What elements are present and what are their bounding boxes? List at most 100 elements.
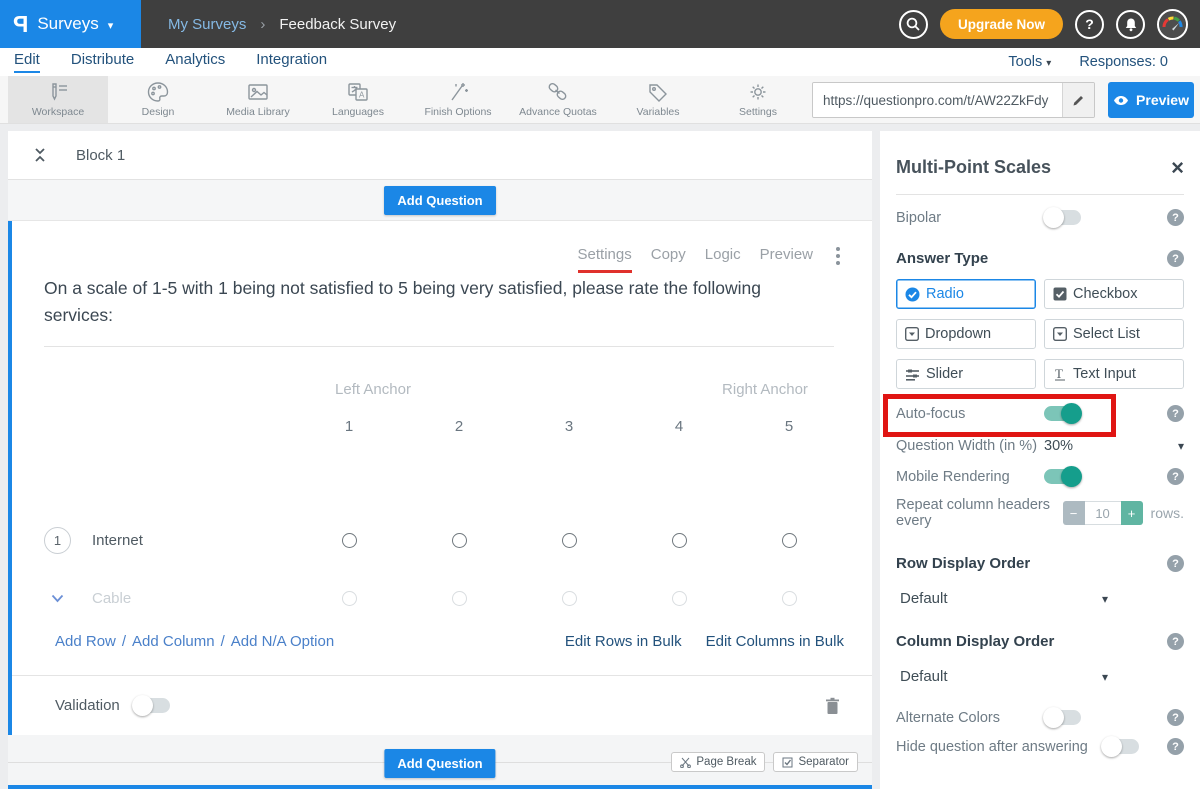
questionpro-logo-icon: P <box>13 11 28 38</box>
column-header[interactable]: 3 <box>514 418 624 435</box>
repeat-headers-input[interactable] <box>1085 501 1121 525</box>
question-card-tabs: Settings Copy Logic Preview <box>578 243 844 275</box>
add-question-button[interactable]: Add Question <box>384 186 495 215</box>
scissors-icon <box>680 757 691 768</box>
column-display-order-select[interactable]: Default ▾ <box>896 668 1108 685</box>
left-anchor-label[interactable]: Left Anchor <box>318 381 428 398</box>
help-icon[interactable]: ? <box>1167 738 1184 755</box>
toolbar-item-settings[interactable]: Settings <box>708 76 808 123</box>
toolbar-item-media-library[interactable]: Media Library <box>208 76 308 123</box>
hide-question-row: Hide question after answering ? <box>896 738 1184 755</box>
edit-rows-in-bulk-link[interactable]: Edit Rows in Bulk <box>565 633 682 650</box>
search-button[interactable] <box>899 10 928 39</box>
question-tab-copy[interactable]: Copy <box>651 246 686 273</box>
toolbar-item-label: Finish Options <box>424 106 491 118</box>
help-icon[interactable]: ? <box>1167 709 1184 726</box>
radio-option[interactable] <box>782 533 797 548</box>
decrement-button[interactable]: − <box>1063 501 1085 525</box>
tab-edit[interactable]: Edit <box>14 51 40 73</box>
page-break-button[interactable]: Page Break <box>671 752 765 772</box>
mobile-rendering-toggle[interactable] <box>1044 469 1081 484</box>
edit-columns-in-bulk-link[interactable]: Edit Columns in Bulk <box>706 633 844 650</box>
toolbar-item-finish-options[interactable]: Finish Options <box>408 76 508 123</box>
add-row-link[interactable]: Add Row <box>55 633 116 650</box>
separator-button[interactable]: Separator <box>773 752 858 772</box>
answer-type-checkbox[interactable]: Checkbox <box>1044 279 1184 309</box>
validation-row: Validation <box>12 675 872 735</box>
edit-url-button[interactable] <box>1062 83 1094 117</box>
upgrade-now-button[interactable]: Upgrade Now <box>940 9 1063 39</box>
toolbar-item-label: Media Library <box>226 106 290 118</box>
avatar[interactable] <box>1157 9 1188 40</box>
collapse-block-button[interactable] <box>34 147 46 163</box>
column-header[interactable]: 4 <box>624 418 734 435</box>
responses-count[interactable]: Responses: 0 <box>1079 54 1168 70</box>
radio-option[interactable] <box>452 533 467 548</box>
tools-menu[interactable]: Tools ▾ <box>1008 54 1051 70</box>
add-question-button[interactable]: Add Question <box>384 749 495 778</box>
tab-distribute[interactable]: Distribute <box>71 51 134 73</box>
repeat-headers-row: Repeat column headers every − + rows. <box>896 497 1184 529</box>
toolbar-item-label: Languages <box>332 106 384 118</box>
right-anchor-label[interactable]: Right Anchor <box>710 381 820 398</box>
add-column-link[interactable]: Add Column <box>132 633 215 650</box>
column-header[interactable]: 1 <box>294 418 404 435</box>
row-label[interactable]: Internet <box>92 532 143 549</box>
column-header[interactable]: 2 <box>404 418 514 435</box>
radio-option[interactable] <box>672 533 687 548</box>
alternate-colors-toggle[interactable] <box>1044 710 1081 725</box>
question-more-menu[interactable] <box>832 243 844 269</box>
radio-option[interactable] <box>562 533 577 548</box>
toolbar-item-advance-quotas[interactable]: Advance Quotas <box>508 76 608 123</box>
answer-type-radio[interactable]: Radio <box>896 279 1036 309</box>
hide-question-toggle[interactable] <box>1102 739 1139 754</box>
question-text[interactable]: On a scale of 1-5 with 1 being not satis… <box>44 275 834 347</box>
radio-option <box>452 591 467 606</box>
notifications-button[interactable] <box>1116 10 1145 39</box>
toolbar-item-design[interactable]: Design <box>108 76 208 123</box>
tab-integration[interactable]: Integration <box>256 51 327 73</box>
answer-type-dropdown[interactable]: Dropdown <box>896 319 1036 349</box>
row-label[interactable]: Cable <box>92 590 131 607</box>
matrix-links-row: Add Row / Add Column / Add N/A Option Ed… <box>12 633 872 650</box>
bell-icon <box>1124 17 1138 32</box>
preview-button[interactable]: Preview <box>1108 82 1194 118</box>
tab-analytics[interactable]: Analytics <box>165 51 225 73</box>
row-display-order-select[interactable]: Default ▾ <box>896 590 1108 607</box>
svg-text:T: T <box>1055 367 1063 381</box>
delete-question-button[interactable] <box>825 697 840 715</box>
help-button[interactable]: ? <box>1075 10 1104 39</box>
auto-focus-row: Auto-focus ? <box>896 405 1184 422</box>
toolbar-item-languages[interactable]: A Languages <box>308 76 408 123</box>
answer-type-select-list[interactable]: Select List <box>1044 319 1184 349</box>
answer-type-slider[interactable]: Slider <box>896 359 1036 389</box>
question-tab-preview[interactable]: Preview <box>760 246 813 273</box>
radio-option[interactable] <box>342 533 357 548</box>
help-icon[interactable]: ? <box>1167 633 1184 650</box>
chevron-down-icon[interactable]: ▾ <box>1178 439 1184 453</box>
breadcrumb-my-surveys[interactable]: My Surveys <box>168 16 246 33</box>
help-icon[interactable]: ? <box>1167 209 1184 226</box>
survey-url-input[interactable] <box>813 83 1062 117</box>
image-icon <box>246 81 270 103</box>
validation-toggle[interactable] <box>133 698 170 713</box>
answer-type-text-input[interactable]: T Text Input <box>1044 359 1184 389</box>
toolbar-item-variables[interactable]: Variables <box>608 76 708 123</box>
column-header[interactable]: 5 <box>734 418 844 435</box>
help-icon[interactable]: ? <box>1167 405 1184 422</box>
chevron-down-icon[interactable] <box>44 590 71 607</box>
auto-focus-toggle[interactable] <box>1044 406 1081 421</box>
question-width-value[interactable]: 30% <box>1044 438 1073 454</box>
surveys-product-menu[interactable]: P Surveys ▾ <box>0 0 141 48</box>
help-icon[interactable]: ? <box>1167 250 1184 267</box>
add-na-option-link[interactable]: Add N/A Option <box>231 633 334 650</box>
increment-button[interactable]: + <box>1121 501 1143 525</box>
question-card: Settings Copy Logic Preview On a scale o… <box>8 221 872 735</box>
help-icon[interactable]: ? <box>1167 555 1184 572</box>
help-icon[interactable]: ? <box>1167 468 1184 485</box>
question-tab-settings[interactable]: Settings <box>578 246 632 273</box>
toolbar-item-workspace[interactable]: Workspace <box>8 76 108 123</box>
bipolar-toggle[interactable] <box>1044 210 1081 225</box>
close-panel-button[interactable]: × <box>1171 159 1184 177</box>
question-tab-logic[interactable]: Logic <box>705 246 741 273</box>
